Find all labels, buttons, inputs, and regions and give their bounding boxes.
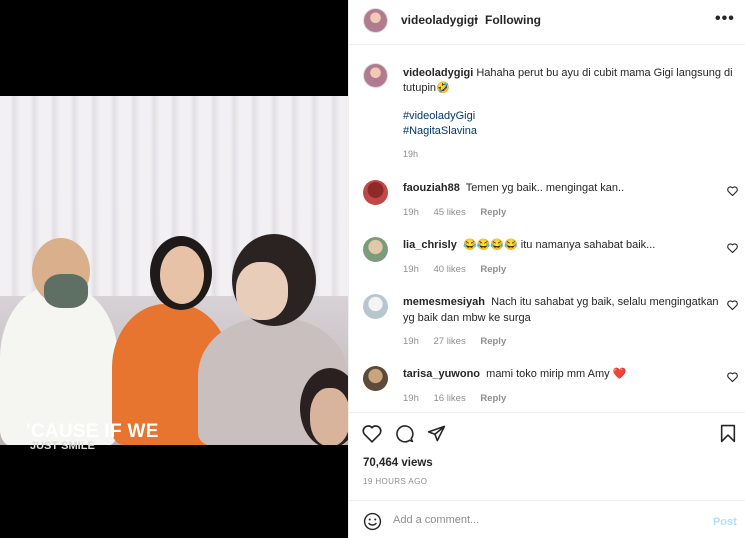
video-player[interactable] — [0, 96, 348, 445]
comment-meta: 19h 16 likes Reply — [403, 393, 518, 404]
reply-button[interactable]: Reply — [480, 336, 506, 347]
comment-time: 19h — [403, 207, 419, 218]
emoji-icon[interactable] — [363, 512, 382, 531]
comment-body: tarisa_yuwono mami toko mirip mm Amy ❤️ — [403, 366, 719, 382]
comment-likes[interactable]: 16 likes — [434, 393, 466, 404]
view-count[interactable]: 70,464 views — [363, 457, 433, 469]
post-header: videoladygigi • Following ••• — [349, 0, 745, 45]
heart-icon[interactable] — [362, 424, 382, 443]
person-left-mask — [44, 274, 88, 308]
comment-time: 19h — [403, 264, 419, 275]
separator-dot: • — [474, 12, 479, 26]
post-timestamp: 19 HOURS AGO — [363, 477, 428, 486]
comment-avatar[interactable] — [363, 366, 388, 391]
comment-heart-icon[interactable] — [727, 186, 738, 196]
post-button[interactable]: Post — [713, 516, 737, 528]
comment-avatar[interactable] — [363, 294, 388, 319]
caption-time: 19h — [403, 149, 419, 159]
share-icon[interactable] — [427, 424, 446, 443]
reply-button[interactable]: Reply — [480, 393, 506, 404]
action-bar — [349, 412, 745, 452]
comment-time: 19h — [403, 336, 419, 347]
reply-button[interactable]: Reply — [480, 264, 506, 275]
add-comment-bar: Post — [349, 500, 745, 538]
comment-avatar[interactable] — [363, 180, 388, 205]
comment-icon[interactable] — [395, 424, 414, 443]
reply-button[interactable]: Reply — [480, 207, 506, 218]
comment-meta: 19h 45 likes Reply — [403, 207, 518, 218]
following-button[interactable]: Following — [485, 13, 541, 27]
post-caption: videoladygigi Hahaha perut bu ayu di cub… — [403, 66, 739, 96]
comment-text: 😂😂😂😂 itu namanya sahabat baik... — [462, 239, 656, 251]
more-icon[interactable]: ••• — [715, 10, 735, 28]
comment-input[interactable] — [393, 510, 693, 530]
comment-body: memesmesiyah Nach itu sahabat yg baik, s… — [403, 294, 719, 326]
person-seated-face — [310, 388, 348, 445]
post-media[interactable]: 'CAUSE IF WE JUST SMILE — [0, 0, 348, 538]
comment-username[interactable]: faouziah88 — [403, 182, 460, 194]
comment-heart-icon[interactable] — [727, 243, 738, 253]
comment-likes[interactable]: 45 likes — [434, 207, 466, 218]
header-username[interactable]: videoladygigi — [401, 13, 478, 27]
hashtag-link[interactable]: #NagitaSlavina — [403, 124, 477, 139]
comment-avatar[interactable] — [363, 237, 388, 262]
comment-body: lia_chrisly 😂😂😂😂 itu namanya sahabat bai… — [403, 237, 719, 253]
comment-username[interactable]: tarisa_yuwono — [403, 368, 480, 380]
comment-text: Temen yg baik.. mengingat kan.. — [465, 182, 625, 194]
comment-username[interactable]: memesmesiyah — [403, 296, 485, 308]
caption-avatar[interactable] — [363, 63, 388, 88]
comment-meta: 19h 40 likes Reply — [403, 264, 518, 275]
video-caption-partial: JUST SMILE — [30, 440, 95, 452]
comment-likes[interactable]: 40 likes — [434, 264, 466, 275]
comment-heart-icon[interactable] — [727, 300, 738, 310]
hashtag-link[interactable]: #videoladyGigi — [403, 109, 477, 124]
comment-time: 19h — [403, 393, 419, 404]
comment-username[interactable]: lia_chrisly — [403, 239, 457, 251]
person-orange-face — [160, 246, 204, 304]
hashtag-list: #videoladyGigi #NagitaSlavina — [403, 109, 477, 139]
comment-likes[interactable]: 27 likes — [434, 336, 466, 347]
avatar[interactable] — [363, 8, 388, 33]
comment-body: faouziah88 Temen yg baik.. mengingat kan… — [403, 180, 719, 196]
comment-meta: 19h 27 likes Reply — [403, 336, 518, 347]
comment-text: mami toko mirip mm Amy ❤️ — [486, 368, 627, 380]
person-grey-face — [236, 262, 288, 320]
caption-username[interactable]: videoladygigi — [403, 67, 473, 79]
bookmark-icon[interactable] — [720, 424, 736, 443]
comment-heart-icon[interactable] — [727, 372, 738, 382]
post-panel: videoladygigi • Following ••• videoladyg… — [348, 0, 745, 538]
